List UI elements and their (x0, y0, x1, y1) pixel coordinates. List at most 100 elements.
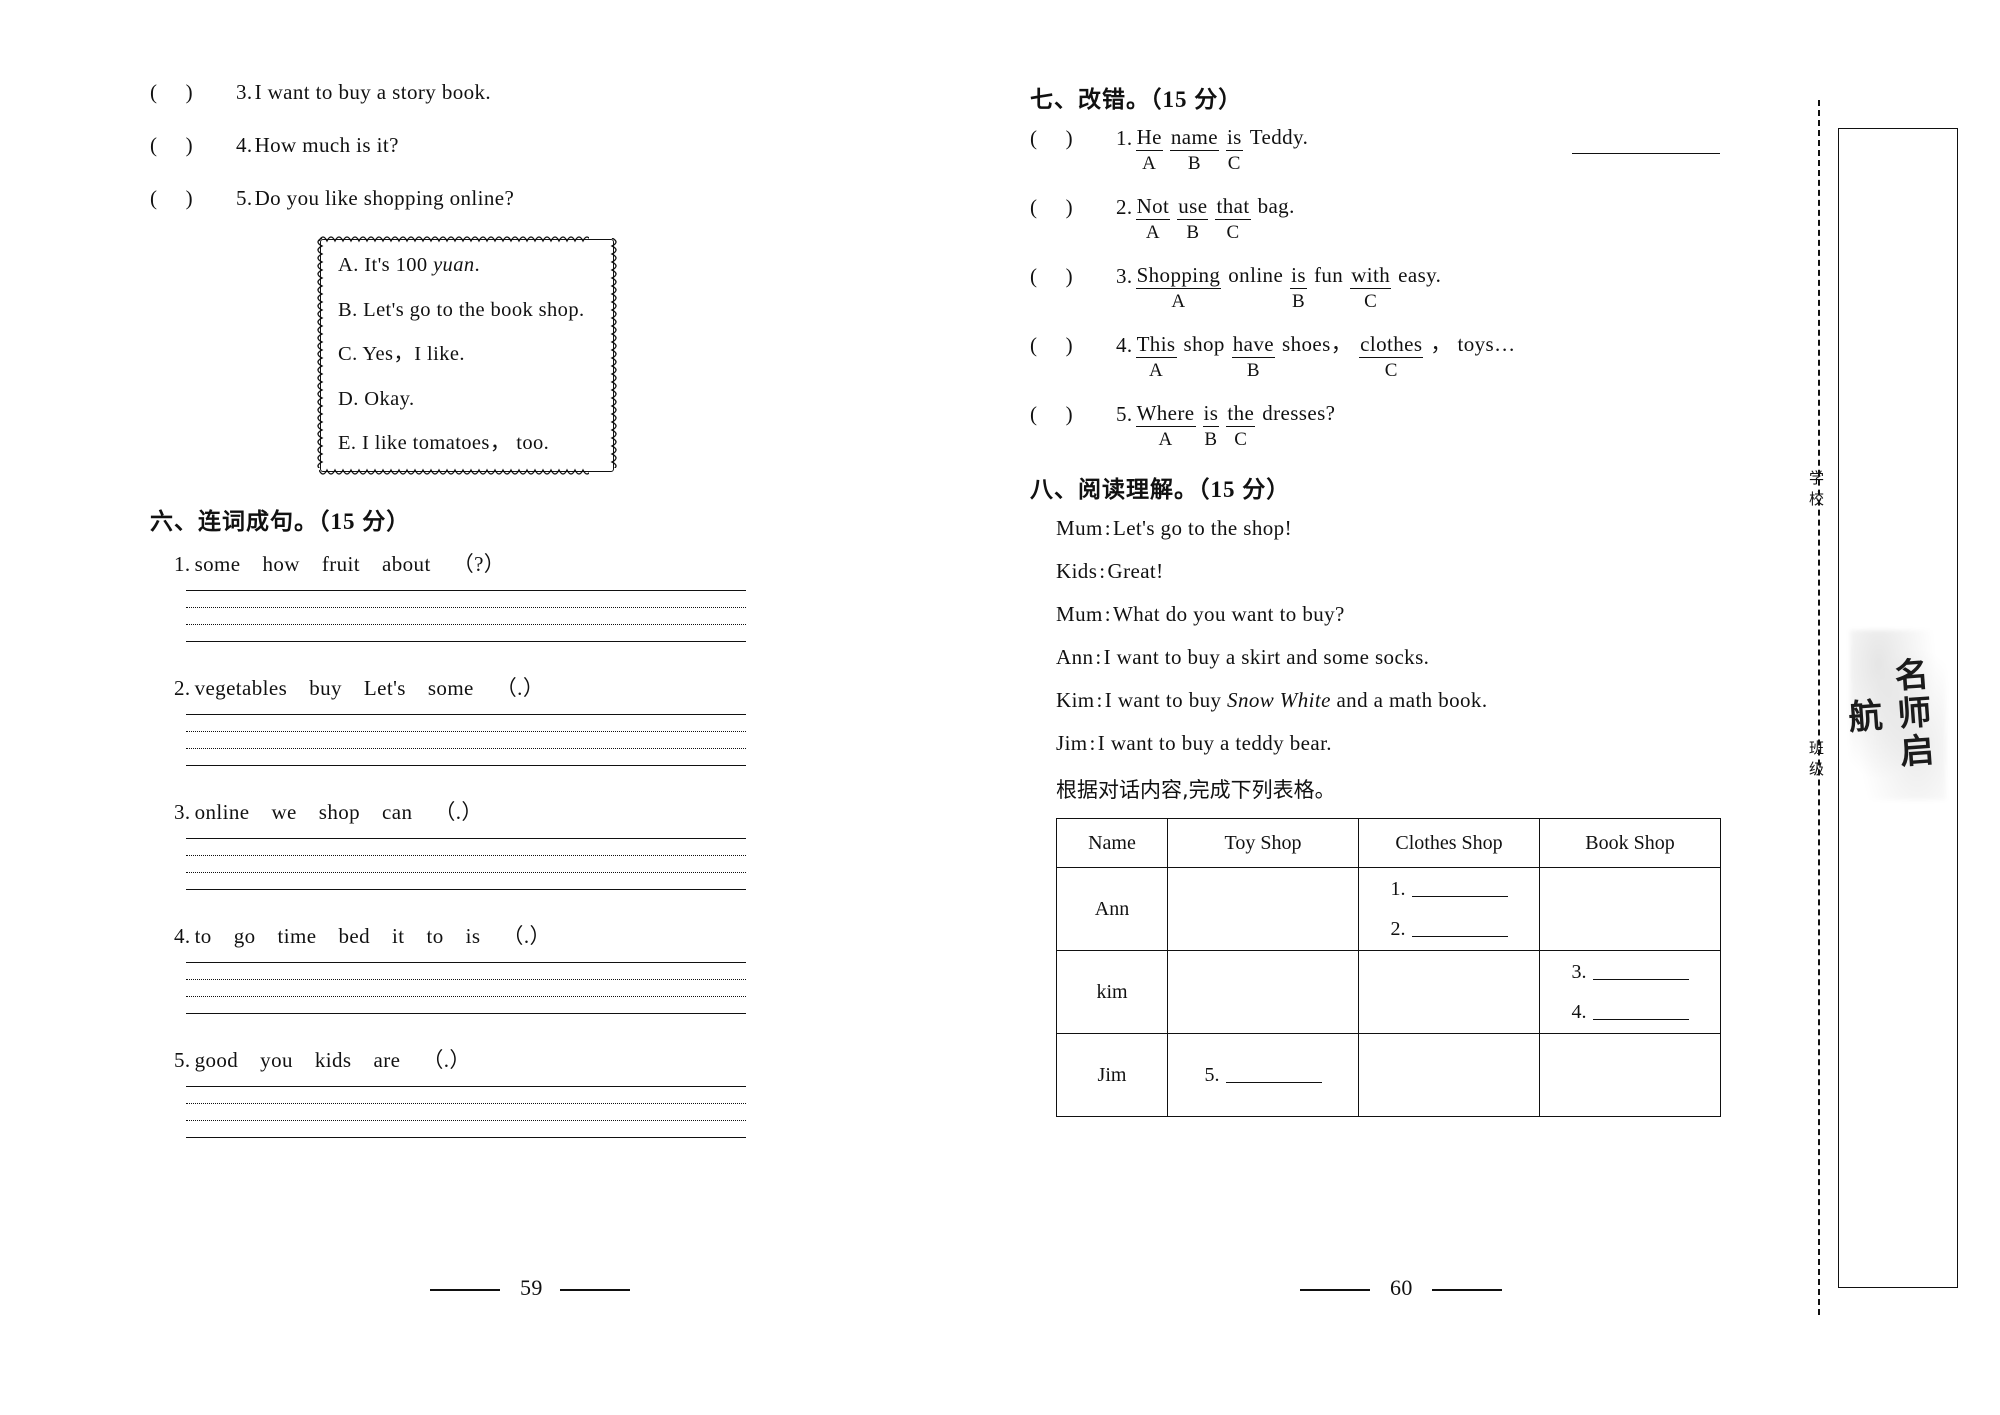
item-text: Do you like shopping online? (254, 186, 515, 210)
cell-book-shop[interactable] (1539, 867, 1721, 952)
token-text: Not (1135, 195, 1171, 220)
answer-paren[interactable]: ( ) (1030, 333, 1116, 358)
answer-paren[interactable]: ( ) (150, 133, 236, 158)
word: fruit (321, 551, 361, 576)
token-text: the (1226, 402, 1256, 427)
underlined-token: Not A (1135, 195, 1171, 244)
speaker-name: Mum (1056, 516, 1103, 541)
blank-entry[interactable]: 1. (1359, 869, 1539, 909)
error-correction-item[interactable]: ( ) 5. WhereA isB theC dresses?A (1030, 153, 1720, 451)
cell-book-shop[interactable] (1539, 1033, 1721, 1118)
underlined-token: with C (1350, 264, 1392, 313)
matching-item[interactable]: ( ) 3. I want to buy a story book. (150, 80, 810, 105)
handwriting-guide-lines[interactable] (186, 713, 746, 766)
token-text: use (1177, 195, 1209, 220)
cell-clothes-shop[interactable] (1358, 1033, 1540, 1118)
blank-entry[interactable]: 2. (1359, 909, 1539, 949)
scrambled-words: 5. good you kids are （.） (174, 1044, 810, 1074)
error-correction-item[interactable]: ( ) 3. ShoppingA onlineA isB funA withC … (1030, 153, 1720, 313)
answer-blank-line[interactable] (1411, 921, 1508, 938)
answer-paren[interactable]: ( ) (1030, 402, 1116, 427)
handwriting-guide-lines[interactable] (186, 837, 746, 890)
answer-blank-line[interactable] (1592, 964, 1689, 981)
underlined-token: that C (1215, 195, 1251, 244)
page-number-rule-right (1300, 1289, 1370, 1291)
answer-blank-line[interactable] (1225, 1067, 1322, 1084)
underlined-token: This A (1135, 333, 1177, 382)
word: go (233, 923, 256, 948)
reading-answer-table: Name Toy Shop Clothes Shop Book Shop Ann… (1056, 818, 1721, 1118)
answer-paren[interactable]: ( ) (1030, 195, 1116, 220)
error-correction-item[interactable]: ( ) 2. NotA useB thatC bag.A (1030, 153, 1720, 244)
blank-entry[interactable]: 4. (1540, 992, 1720, 1032)
token-text: have (1231, 333, 1276, 358)
item-text: I want to buy a story book. (254, 80, 492, 104)
section-eight-title: 八、阅读理解。 (1030, 477, 1198, 504)
page-number-rule-left (430, 1289, 500, 1291)
token-text: Where (1135, 402, 1196, 427)
cell-book-shop[interactable]: 3. 4. (1539, 950, 1721, 1035)
cell-clothes-shop[interactable] (1358, 950, 1540, 1035)
dialogue-text-post: and a math book. (1330, 688, 1488, 713)
handwriting-guide-lines[interactable] (186, 1085, 746, 1138)
word: shop (318, 799, 361, 824)
word: to (426, 923, 444, 948)
binding-label-school: 学校 (1807, 470, 1825, 512)
answer-blank-line[interactable] (1411, 881, 1508, 898)
publisher-seal: 名师启航 (1841, 630, 1946, 800)
page-number-left: 59 (520, 1275, 543, 1300)
colon: : (1095, 645, 1102, 670)
cell-name: Jim (1056, 1033, 1168, 1118)
colon: : (1096, 688, 1103, 713)
error-correction-item[interactable]: ( ) 1. HeA nameB isC Teddy.A (1030, 126, 1720, 175)
column-header-toy-shop: Toy Shop (1167, 818, 1359, 869)
item-number: 4. (1116, 332, 1133, 357)
speaker-name: Kids (1056, 559, 1098, 584)
correction-answer-line[interactable] (1572, 152, 1720, 154)
token-label: A (1142, 153, 1157, 175)
page-number-rule-left2 (560, 1289, 630, 1291)
token-text: He (1135, 126, 1163, 152)
table-row: kim 3. 4. (1056, 950, 1721, 1035)
blank-entry[interactable]: 3. (1540, 952, 1720, 992)
plain-token: dresses?A (1262, 402, 1335, 448)
token-label: C (1364, 290, 1378, 312)
token-label: A (1158, 428, 1173, 450)
dialogue-text: I want to buy a teddy bear. (1097, 731, 1332, 756)
matching-item[interactable]: ( ) 5. Do you like shopping online? (150, 186, 810, 211)
dialogue-text: What do you want to buy? (1112, 602, 1345, 627)
answer-paren[interactable]: ( ) (1030, 126, 1116, 151)
word: we (271, 799, 297, 824)
word: can (382, 799, 413, 824)
cell-toy-shop[interactable] (1167, 867, 1359, 952)
punctuation-hint: （.） (434, 799, 483, 824)
word: buy (309, 675, 342, 700)
scrambled-words: 3. online we shop can （.） (174, 796, 810, 826)
underlined-token: name B (1169, 126, 1219, 175)
answer-paren[interactable]: ( ) (150, 80, 236, 105)
cell-name: kim (1056, 950, 1168, 1035)
answer-paren[interactable]: ( ) (150, 186, 236, 211)
word: bed (338, 923, 370, 948)
speaker-name: Mum (1056, 602, 1103, 627)
error-correction-item[interactable]: ( ) 4. ThisA shopA haveB shoes，A clothes… (1030, 153, 1720, 382)
handwriting-guide-lines[interactable] (186, 961, 746, 1014)
cell-toy-shop[interactable]: 5. (1167, 1033, 1359, 1118)
handwriting-guide-lines[interactable] (186, 589, 746, 642)
tear-off-dashed-line (1818, 100, 1820, 1315)
table-row: Ann 1. 2. (1056, 867, 1721, 952)
token-label: C (1384, 359, 1398, 381)
blank-entry[interactable]: 5. (1168, 1055, 1358, 1095)
sentence-build-item: 1. some how fruit about （?） (150, 548, 810, 642)
word: is (465, 923, 481, 948)
token-text: with (1350, 264, 1392, 289)
cell-clothes-shop[interactable]: 1. 2. (1358, 867, 1540, 952)
table-header-row: Name Toy Shop Clothes Shop Book Shop (1056, 818, 1721, 869)
cell-toy-shop[interactable] (1167, 950, 1359, 1035)
column-header-name: Name (1056, 818, 1168, 869)
token-label: C (1226, 221, 1240, 243)
matching-item[interactable]: ( ) 4. How much is it? (150, 133, 810, 158)
answer-blank-line[interactable] (1592, 1004, 1689, 1021)
scrambled-words: 4. to go time bed it to is （.） (174, 920, 810, 950)
answer-paren[interactable]: ( ) (1030, 264, 1116, 289)
